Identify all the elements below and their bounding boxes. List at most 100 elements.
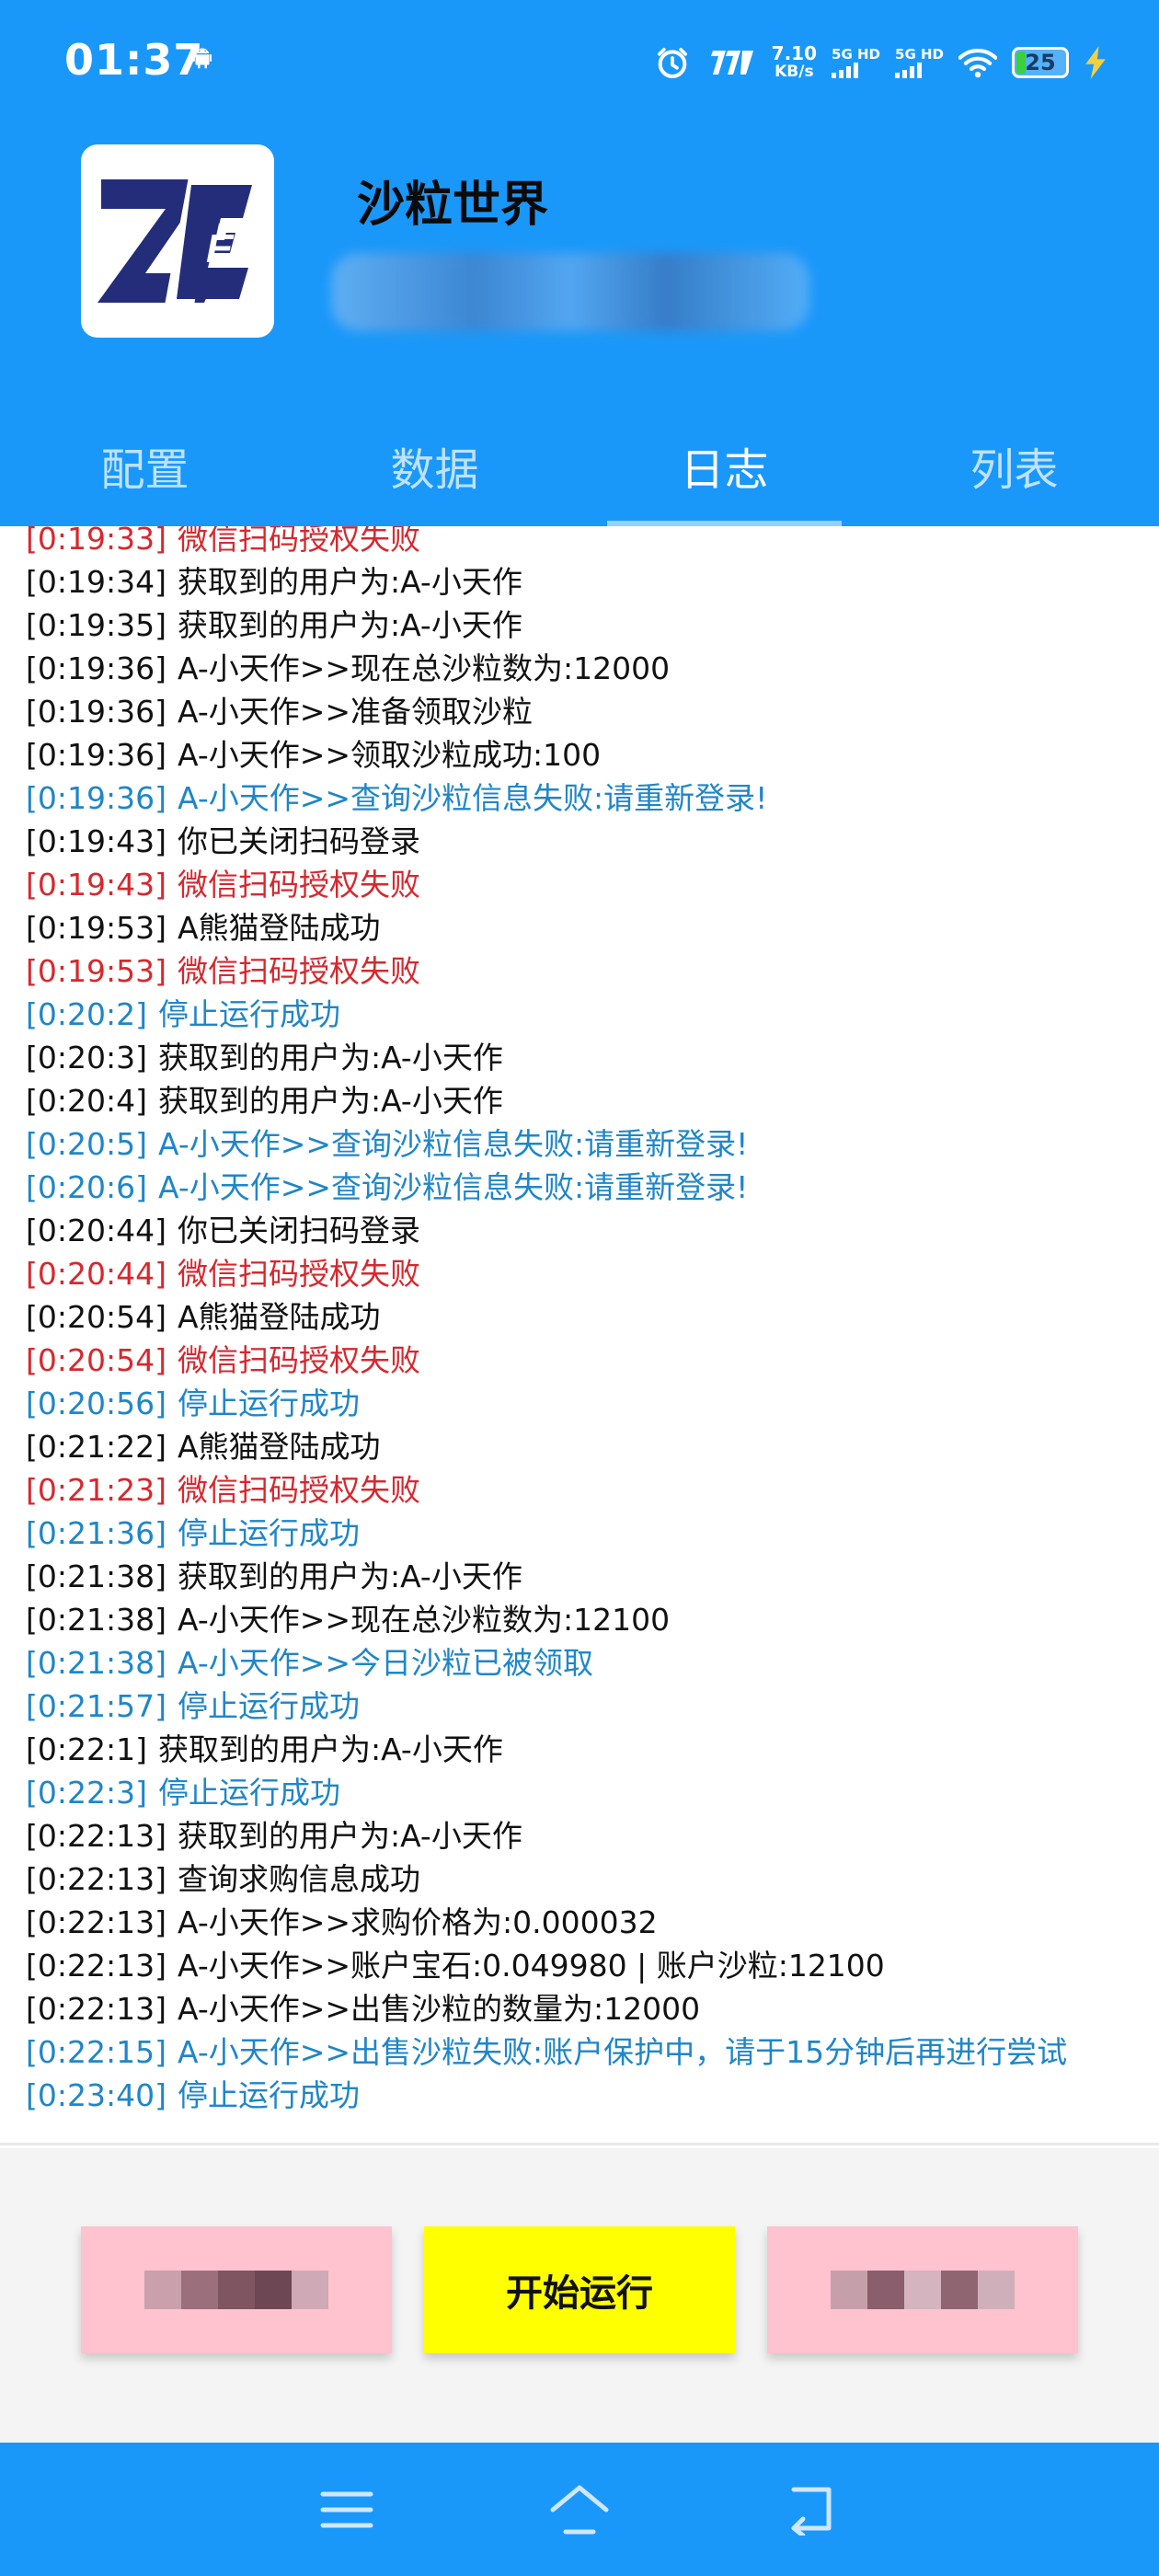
log-message: 获取到的用户为:A-小天作 [157,1731,503,1767]
log-message: 获取到的用户为:A-小天作 [177,607,522,643]
log-message: A熊猫登陆成功 [177,910,381,946]
app-title: 沙粒世界 [357,178,549,233]
log-message: 停止运行成功 [157,1775,340,1811]
log-message: 获取到的用户为:A-小天作 [177,564,522,600]
log-message: 微信扫码授权失败 [177,953,420,989]
status-bar: 01:37 7.10 KB/s 5G HD 5G HD 25 [0,0,1159,120]
log-timestamp: [0:20:2] [26,996,147,1032]
log-line: [0:22:13] A-小天作>>账户宝石:0.049980 | 账户沙粒:121… [26,1944,1148,1987]
log-timestamp: [0:21:38] [26,1602,166,1638]
log-line: [0:20:4] 获取到的用户为:A-小天作 [26,1079,1148,1122]
log-line: [0:22:13] A-小天作>>求购价格为:0.000032 [26,1901,1148,1944]
log-timestamp: [0:20:4] [26,1083,147,1119]
log-message: 微信扫码授权失败 [177,867,420,903]
log-line: [0:19:53] A熊猫登陆成功 [26,906,1148,949]
log-timestamp: [0:20:3] [26,1040,147,1075]
log-timestamp: [0:19:36] [26,650,166,686]
obscured-left-button[interactable] [81,2226,392,2353]
signal-icon-2: 5G HD [895,47,944,78]
log-message: 微信扫码授权失败 [177,1472,420,1508]
home-icon[interactable] [543,2473,616,2547]
log-line: [0:20:54] 微信扫码授权失败 [26,1339,1148,1382]
log-timestamp: [0:20:6] [26,1169,147,1205]
log-line: [0:22:13] 获取到的用户为:A-小天作 [26,1814,1148,1857]
log-message: 获取到的用户为:A-小天作 [157,1040,503,1075]
log-line: [0:19:34] 获取到的用户为:A-小天作 [26,560,1148,604]
log-line: [0:22:13] 查询求购信息成功 [26,1857,1148,1901]
log-line: [0:19:43] 你已关闭扫码登录 [26,820,1148,863]
log-line: [0:19:53] 微信扫码授权失败 [26,949,1148,993]
log-timestamp: [0:19:43] [26,823,166,859]
log-timestamp: [0:19:36] [26,780,166,816]
log-line: [0:20:54] A熊猫登陆成功 [26,1295,1148,1339]
back-icon[interactable] [775,2473,849,2547]
log-message: A-小天作>>查询沙粒信息失败:请重新登录! [177,780,768,816]
log-message: A-小天作>>现在总沙粒数为:12100 [177,1602,671,1638]
log-message: 微信扫码授权失败 [177,526,420,557]
log-timestamp: [0:21:23] [26,1472,166,1508]
log-message: 停止运行成功 [157,996,340,1032]
log-timestamp: [0:20:56] [26,1386,166,1421]
log-timestamp: [0:19:43] [26,867,166,903]
tab-list[interactable]: 列表 [869,405,1159,526]
log-line: [0:22:13] A-小天作>>出售沙粒的数量为:12000 [26,1987,1148,2030]
log-panel[interactable]: [0:19:33] 微信扫码授权失败 [0:19:34] 获取到的用户为:A-小天作[… [0,526,1159,2145]
log-message: A-小天作>>求购价格为:0.000032 [177,1904,658,1940]
log-timestamp: [0:21:22] [26,1429,166,1465]
obscured-subtitle [331,253,809,331]
log-message: A-小天作>>查询沙粒信息失败:请重新登录! [157,1126,749,1162]
log-message: A-小天作>>出售沙粒失败:账户保护中，请于15分钟后再进行尝试 [177,2034,1068,2070]
log-message: 你已关闭扫码登录 [177,1213,420,1248]
alarm-icon [657,48,687,78]
tab-data[interactable]: 数据 [290,405,580,526]
app-logo: E [81,144,274,338]
log-message: A-小天作>>账户宝石:0.049980 | 账户沙粒:12100 [177,1948,885,1984]
log-line: [0:19:43] 微信扫码授权失败 [26,863,1148,906]
log-line: [0:21:22] A熊猫登陆成功 [26,1425,1148,1468]
obscured-right-button[interactable] [767,2226,1078,2353]
tab-log[interactable]: 日志 [580,405,869,526]
log-timestamp: [0:19:33] [26,526,166,557]
log-line: [0:20:6] A-小天作>>查询沙粒信息失败:请重新登录! [26,1166,1148,1209]
log-timestamp: [0:22:15] [26,2034,166,2070]
start-button[interactable]: 开始运行 [424,2226,735,2353]
log-message: 停止运行成功 [177,1688,360,1724]
zxe-logo-icon: E [98,172,252,310]
log-timestamp: [0:20:5] [26,1126,147,1162]
log-line: [0:20:44] 你已关闭扫码登录 [26,1209,1148,1252]
log-line: [0:21:57] 停止运行成功 [26,1685,1148,1728]
wifi-icon [958,48,997,78]
app-header: 01:37 7.10 KB/s 5G HD 5G HD 25 E 沙粒世界 配置… [0,0,1159,526]
tab-config[interactable]: 配置 [0,405,290,526]
log-line: [0:19:36] A-小天作>>现在总沙粒数为:12000 [26,647,1148,690]
log-line: [0:21:38] 获取到的用户为:A-小天作 [26,1555,1148,1598]
svg-text:E: E [206,226,235,271]
log-timestamp: [0:20:54] [26,1299,166,1335]
log-line: [0:20:5] A-小天作>>查询沙粒信息失败:请重新登录! [26,1122,1148,1166]
button-panel: 开始运行 [0,2148,1159,2443]
log-message: 微信扫码授权失败 [177,1256,420,1292]
log-message: 查询求购信息成功 [177,1861,420,1897]
log-timestamp: [0:22:13] [26,1818,166,1854]
log-timestamp: [0:22:13] [26,1904,166,1940]
log-line: [0:20:56] 停止运行成功 [26,1382,1148,1425]
log-message: A-小天作>>今日沙粒已被领取 [177,1645,594,1681]
log-timestamp: [0:22:3] [26,1775,147,1811]
log-timestamp: [0:21:38] [26,1558,166,1594]
log-message: 微信扫码授权失败 [177,1342,420,1378]
log-timestamp: [0:22:1] [26,1731,147,1767]
log-message: A-小天作>>现在总沙粒数为:12000 [177,650,671,686]
log-line: [0:19:33] 微信扫码授权失败 [26,526,1148,560]
log-line: [0:19:36] A-小天作>>准备领取沙粒 [26,690,1148,733]
log-timestamp: [0:22:13] [26,1861,166,1897]
signal-icon: 5G HD [832,47,880,78]
log-line: [0:20:3] 获取到的用户为:A-小天作 [26,1036,1148,1079]
tab-bar: 配置 数据 日志 列表 [0,405,1159,526]
menu-icon[interactable] [310,2473,384,2547]
log-message: 停止运行成功 [177,1515,360,1551]
log-line: [0:21:38] A-小天作>>今日沙粒已被领取 [26,1641,1148,1685]
log-timestamp: [0:19:36] [26,694,166,730]
log-message: 获取到的用户为:A-小天作 [177,1818,522,1854]
battery-icon: 25 [1012,47,1069,78]
log-timestamp: [0:19:35] [26,607,166,643]
